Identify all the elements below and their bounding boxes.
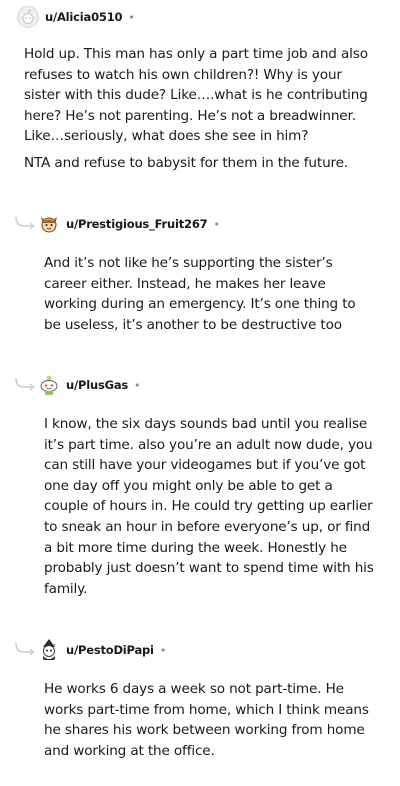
- snoo-green-avatar-icon[interactable]: [38, 374, 60, 396]
- username-link[interactable]: u/PestoDiPapi: [66, 643, 154, 657]
- comment-paragraph: And it’s not like he’s supporting the si…: [44, 255, 356, 333]
- separator-dot: •: [134, 378, 141, 392]
- snoo-wizard-avatar-icon[interactable]: [38, 639, 60, 661]
- reply-thread-arrow-icon: [15, 642, 35, 656]
- reply-thread-arrow-icon: [15, 216, 35, 230]
- snoo-fox-avatar-icon[interactable]: [38, 213, 60, 235]
- username-link[interactable]: u/PlusGas: [66, 378, 128, 392]
- comment-paragraph: NTA and refuse to babysit for them in th…: [24, 154, 349, 171]
- avatar-default-icon[interactable]: [17, 6, 39, 28]
- comment-header: u/Alicia0510 •: [17, 5, 135, 29]
- comment-body: He works 6 days a week so not part-time.…: [44, 679, 378, 767]
- comment-header: u/Prestigious_Fruit267 •: [38, 212, 220, 236]
- comment-paragraph: Hold up. This man has only a part time j…: [24, 46, 368, 145]
- username-link[interactable]: u/Alicia0510: [45, 10, 123, 24]
- separator-dot: •: [213, 217, 220, 231]
- reply-thread-arrow-icon: [15, 377, 35, 391]
- comment-paragraph: I know, the six days sounds bad until yo…: [44, 416, 374, 597]
- comment-body: And it’s not like he’s supporting the si…: [44, 253, 376, 341]
- separator-dot: •: [128, 10, 135, 24]
- comment-paragraph: He works 6 days a week so not part-time.…: [44, 681, 369, 759]
- comment-body: Hold up. This man has only a part time j…: [24, 44, 376, 180]
- separator-dot: •: [159, 643, 167, 657]
- username-link[interactable]: u/Prestigious_Fruit267: [66, 217, 208, 231]
- comment-header: u/PlusGas •: [38, 373, 141, 397]
- comment-header: u/PestoDiPapi •: [38, 638, 166, 662]
- comment-body: I know, the six days sounds bad until yo…: [44, 414, 376, 605]
